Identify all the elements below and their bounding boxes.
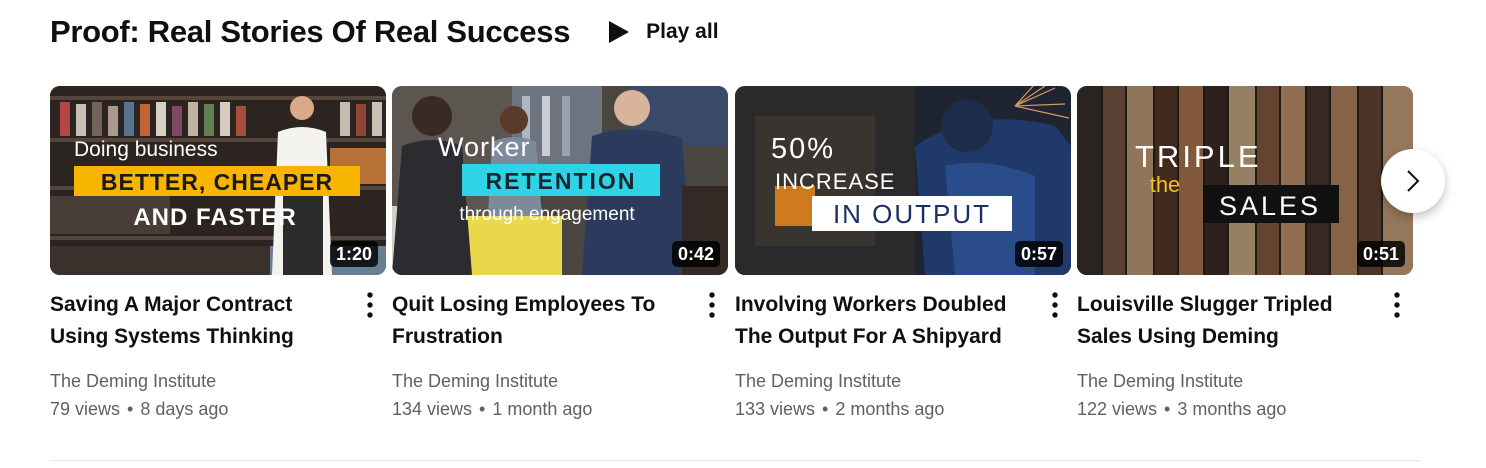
thumb-text-line3: IN OUTPUT xyxy=(833,199,991,229)
channel-name[interactable]: The Deming Institute xyxy=(50,367,386,395)
video-title[interactable]: Louisville Slugger Tripled Sales Using D… xyxy=(1077,289,1367,353)
video-details: Quit Losing Employees To Frustration The… xyxy=(392,289,728,423)
view-count: 134 views xyxy=(392,399,473,419)
video-details: Louisville Slugger Tripled Sales Using D… xyxy=(1077,289,1413,423)
video-details: Saving A Major Contract Using Systems Th… xyxy=(50,289,386,423)
upload-age: 3 months ago xyxy=(1177,399,1287,419)
video-metadata: 134 views • 1 month ago xyxy=(392,399,593,419)
duration-badge: 0:57 xyxy=(1014,241,1063,267)
view-count: 133 views xyxy=(735,399,816,419)
thumb-text-line3: AND FASTER xyxy=(133,204,296,231)
channel-name[interactable]: The Deming Institute xyxy=(735,367,1071,395)
video-details: Involving Workers Doubled The Output For… xyxy=(735,289,1071,423)
shelf-header: Proof: Real Stories Of Real Success Play… xyxy=(50,12,719,52)
thumb-text-line1: Doing business xyxy=(74,138,218,161)
video-menu-button[interactable] xyxy=(1041,291,1069,319)
play-all-button[interactable]: Play all xyxy=(608,20,719,44)
video-card: Doing business BETTER, CHEAPER AND FASTE… xyxy=(50,86,386,423)
video-thumbnail[interactable]: 50% INCREASE IN OUTPUT 0:57 xyxy=(735,86,1071,275)
duration-badge: 1:20 xyxy=(329,241,378,267)
play-icon xyxy=(609,21,630,43)
video-title[interactable]: Saving A Major Contract Using Systems Th… xyxy=(50,289,340,353)
video-card: 50% INCREASE IN OUTPUT 0:57 Involving Wo… xyxy=(735,86,1071,423)
video-menu-button[interactable] xyxy=(356,291,384,319)
thumb-text-line3: SALES xyxy=(1219,191,1321,221)
video-thumbnail[interactable]: Worker RETENTION through engagement 0:42 xyxy=(392,86,728,275)
video-menu-button[interactable] xyxy=(698,291,726,319)
video-title[interactable]: Quit Losing Employees To Frustration xyxy=(392,289,682,353)
upload-age: 8 days ago xyxy=(140,399,229,419)
thumb-text-line2: RETENTION xyxy=(486,168,637,194)
view-count: 79 views xyxy=(50,399,121,419)
channel-name[interactable]: The Deming Institute xyxy=(1077,367,1413,395)
video-metadata: 122 views • 3 months ago xyxy=(1077,399,1287,419)
video-thumbnail[interactable]: Doing business BETTER, CHEAPER AND FASTE… xyxy=(50,86,386,275)
duration-badge: 0:42 xyxy=(671,241,720,267)
shelf-title[interactable]: Proof: Real Stories Of Real Success xyxy=(50,14,570,50)
thumb-text-line1: Worker xyxy=(438,132,531,162)
thumb-text-line1: 50% xyxy=(771,133,835,165)
video-card: TRIPLE the SALES 0:51 Louisville Slugger… xyxy=(1077,86,1413,423)
more-vert-icon xyxy=(367,292,373,318)
more-vert-icon xyxy=(1052,292,1058,318)
upload-age: 2 months ago xyxy=(835,399,945,419)
thumb-text-line2: BETTER, CHEAPER xyxy=(101,169,333,195)
thumb-text-line3: through engagement xyxy=(459,204,635,225)
duration-badge: 0:51 xyxy=(1356,241,1405,267)
more-vert-icon xyxy=(709,292,715,318)
thumb-text-line1: TRIPLE xyxy=(1135,139,1262,174)
video-card: Worker RETENTION through engagement 0:42… xyxy=(392,86,728,423)
next-arrow-button[interactable] xyxy=(1381,149,1445,213)
channel-name[interactable]: The Deming Institute xyxy=(392,367,728,395)
section-divider xyxy=(50,460,1420,461)
video-metadata: 133 views • 2 months ago xyxy=(735,399,945,419)
video-menu-button[interactable] xyxy=(1383,291,1411,319)
play-all-label: Play all xyxy=(646,20,719,43)
video-metadata: 79 views • 8 days ago xyxy=(50,399,229,419)
upload-age: 1 month ago xyxy=(492,399,593,419)
video-shelf: Proof: Real Stories Of Real Success Play… xyxy=(0,0,1486,468)
chevron-right-icon xyxy=(1407,170,1420,192)
video-thumbnail[interactable]: TRIPLE the SALES 0:51 xyxy=(1077,86,1413,275)
more-vert-icon xyxy=(1394,292,1400,318)
view-count: 122 views xyxy=(1077,399,1158,419)
thumb-text-line2: INCREASE xyxy=(775,169,895,194)
thumb-text-line2: the xyxy=(1150,172,1181,197)
video-title[interactable]: Involving Workers Doubled The Output For… xyxy=(735,289,1025,353)
